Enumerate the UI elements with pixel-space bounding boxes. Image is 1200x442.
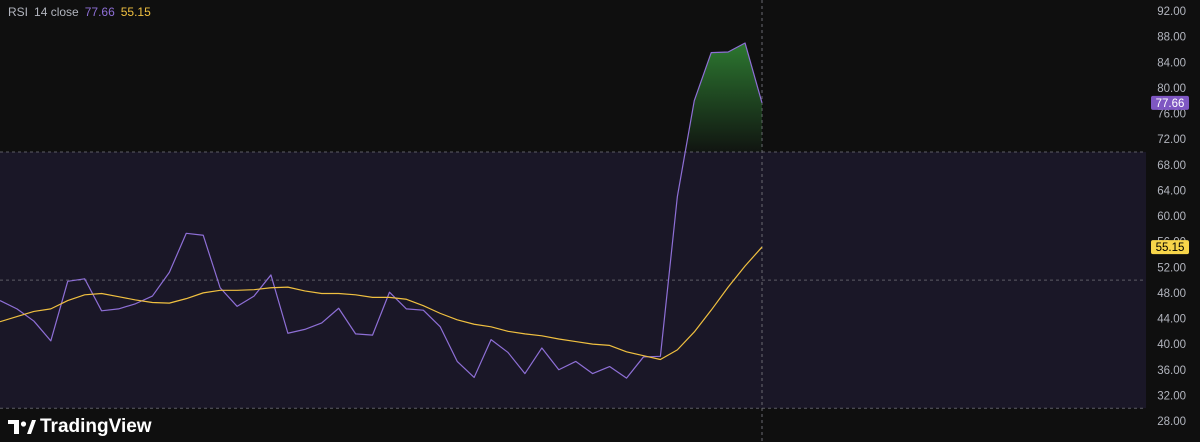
y-axis-tick-label: 64.00: [1157, 185, 1186, 197]
rsi-value-badge: 77.66: [1156, 98, 1185, 110]
rsi-indicator-pane[interactable]: 92.00 88.00 84.00 80.00 76.00 72.00 68.00 64.00…: [0, 0, 1200, 442]
y-axis-tick-label: 76.00: [1157, 109, 1186, 121]
y-axis-tick-label: 36.00: [1157, 365, 1186, 377]
y-axis-tick-label: 40.00: [1157, 339, 1186, 351]
tradingview-logo[interactable]: TradingView: [8, 416, 152, 438]
y-axis-tick-label: 84.00: [1157, 57, 1186, 69]
rsi-current-value: 77.66: [84, 5, 115, 19]
y-axis-tick-label: 88.00: [1157, 32, 1186, 44]
ma-value-badge: 55.15: [1156, 242, 1185, 254]
y-axis-tick-label: 52.00: [1157, 262, 1186, 274]
brand-name: TradingView: [40, 416, 152, 437]
y-axis-tick-label: 44.00: [1157, 314, 1186, 326]
y-axis-tick-label: 28.00: [1157, 416, 1186, 428]
ma-current-value: 55.15: [120, 5, 151, 19]
tradingview-logo-icon: [8, 420, 36, 434]
indicator-params: 14 close: [34, 5, 79, 19]
y-axis-tick-label: 60.00: [1157, 211, 1186, 223]
rsi-chart[interactable]: 92.00 88.00 84.00 80.00 76.00 72.00 68.00 64.00…: [0, 0, 1200, 442]
y-axis-tick-label: 68.00: [1157, 160, 1186, 172]
indicator-legend[interactable]: RSI 14 close 77.66 55.15: [8, 5, 151, 19]
y-axis-tick-label: 80.00: [1157, 83, 1186, 95]
y-axis-tick-label: 92.00: [1157, 6, 1186, 18]
indicator-name: RSI: [8, 5, 29, 19]
y-axis-tick-label: 48.00: [1157, 288, 1186, 300]
y-axis-tick-label: 72.00: [1157, 134, 1186, 146]
y-axis-tick-label: 32.00: [1157, 390, 1186, 402]
